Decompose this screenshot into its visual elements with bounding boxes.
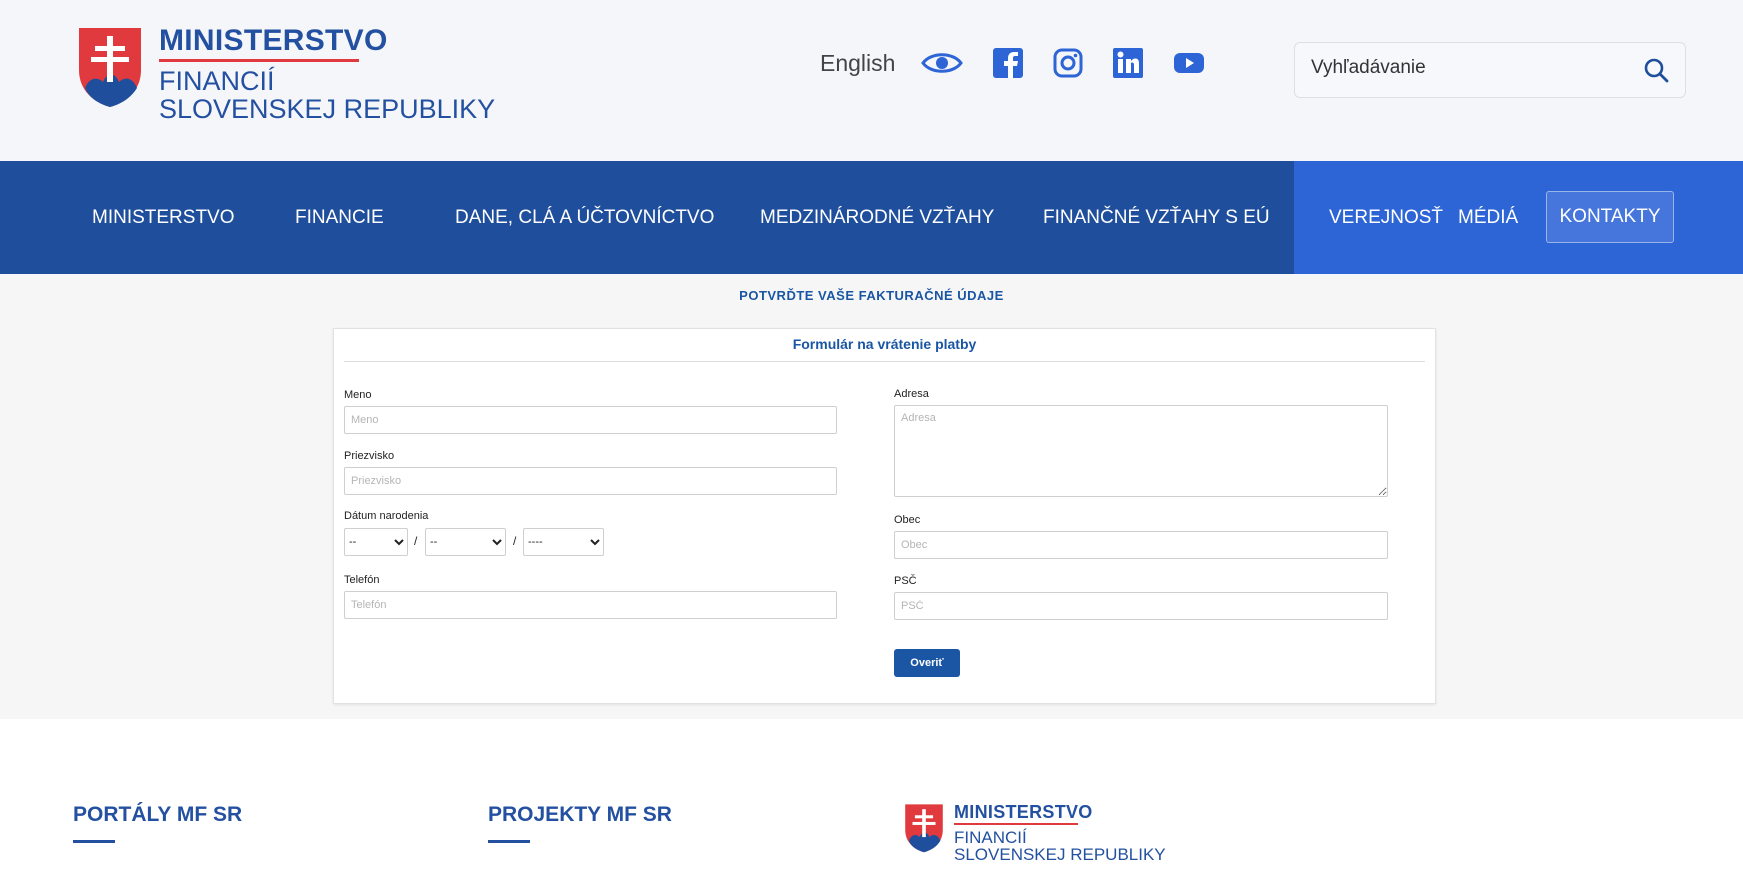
- logo-line-1: MINISTERSTVO: [159, 26, 387, 62]
- site-footer: PORTÁLY MF SR PROJEKTY MF SR MINISTERSTV…: [0, 719, 1743, 878]
- footer-projekty-heading: PROJEKTY MF SR: [488, 803, 672, 826]
- form-title: Formulár na vrátenie platby: [344, 329, 1425, 362]
- verify-button[interactable]: Overiť: [894, 649, 960, 677]
- footer-divider: [73, 840, 115, 843]
- footer-logo-text: MINISTERSTVO FINANCIÍ SLOVENSKEJ REPUBLI…: [954, 803, 1166, 863]
- nav-item-medzinarodne[interactable]: MEDZINÁRODNÉ VZŤAHY: [760, 161, 994, 274]
- linkedin-icon[interactable]: [1113, 48, 1144, 78]
- youtube-icon[interactable]: [1173, 51, 1205, 75]
- main-content: POTVRĎTE VAŠE FAKTURAČNÉ ÚDAJE Formulár …: [0, 276, 1743, 719]
- adresa-label: Adresa: [894, 388, 929, 400]
- meno-label: Meno: [344, 389, 372, 401]
- footer-divider: [488, 840, 530, 843]
- birth-year-select[interactable]: ----: [523, 528, 604, 556]
- site-header: MINISTERSTVO FINANCIÍ SLOVENSKEJ REPUBLI…: [0, 0, 1743, 161]
- nav-item-dane[interactable]: DANE, CLÁ A ÚČTOVNÍCTVO: [455, 161, 714, 274]
- meno-input[interactable]: [344, 406, 837, 434]
- footer-portaly-heading: PORTÁLY MF SR: [73, 803, 243, 826]
- search-box: [1294, 42, 1686, 98]
- psc-label: PSČ: [894, 575, 917, 587]
- language-link[interactable]: English: [820, 50, 895, 77]
- priezvisko-input[interactable]: [344, 467, 837, 495]
- instagram-icon[interactable]: [1053, 48, 1083, 78]
- coat-of-arms-icon: [79, 28, 141, 107]
- footer-logo-line-3: SLOVENSKEJ REPUBLIKY: [954, 845, 1166, 864]
- birth-day-select[interactable]: --: [344, 528, 408, 556]
- nav-item-financie[interactable]: FINANCIE: [295, 161, 384, 274]
- nav-item-kontakty[interactable]: KONTAKTY: [1546, 191, 1674, 243]
- footer-logo[interactable]: MINISTERSTVO FINANCIÍ SLOVENSKEJ REPUBLI…: [904, 803, 1166, 863]
- coat-of-arms-icon: [905, 804, 943, 853]
- logo-line-3: SLOVENSKEJ REPUBLIKY: [159, 94, 496, 124]
- refund-form: Formulár na vrátenie platby Meno Priezvi…: [333, 328, 1436, 704]
- date-separator: /: [414, 534, 418, 548]
- adresa-textarea[interactable]: [894, 405, 1388, 497]
- priezvisko-label: Priezvisko: [344, 450, 395, 462]
- telefon-input[interactable]: [344, 591, 837, 619]
- footer-logo-line-2: FINANCIÍ: [954, 828, 1027, 847]
- search-input[interactable]: [1309, 56, 1613, 80]
- date-separator: /: [513, 534, 517, 548]
- logo-text: MINISTERSTVO FINANCIÍ SLOVENSKEJ REPUBLI…: [159, 26, 495, 123]
- nav-item-ministerstvo[interactable]: MINISTERSTVO: [92, 161, 235, 274]
- ministry-logo[interactable]: MINISTERSTVO FINANCIÍ SLOVENSKEJ REPUBLI…: [77, 26, 495, 123]
- facebook-icon[interactable]: [993, 48, 1024, 78]
- obec-label: Obec: [894, 514, 921, 526]
- eye-icon[interactable]: [921, 50, 964, 76]
- birth-month-select[interactable]: --: [425, 528, 506, 556]
- nav-item-eu[interactable]: FINANČNÉ VZŤAHY S EÚ: [1043, 161, 1270, 274]
- footer-logo-line-1: MINISTERSTVO: [954, 803, 1092, 825]
- nav-item-verejnost[interactable]: VEREJNOSŤ: [1329, 161, 1443, 274]
- header-tools: English: [820, 48, 1235, 78]
- logo-line-2: FINANCIÍ: [159, 66, 275, 96]
- search-icon[interactable]: [1643, 57, 1669, 88]
- page-title: POTVRĎTE VAŠE FAKTURAČNÉ ÚDAJE: [739, 288, 1004, 303]
- telefon-label: Telefón: [344, 574, 380, 586]
- psc-input[interactable]: [894, 592, 1388, 620]
- obec-input[interactable]: [894, 531, 1388, 559]
- birthdate-label: Dátum narodenia: [344, 510, 429, 522]
- nav-item-media[interactable]: MÉDIÁ: [1458, 161, 1518, 274]
- main-nav: MINISTERSTVO FINANCIE DANE, CLÁ A ÚČTOVN…: [0, 161, 1743, 274]
